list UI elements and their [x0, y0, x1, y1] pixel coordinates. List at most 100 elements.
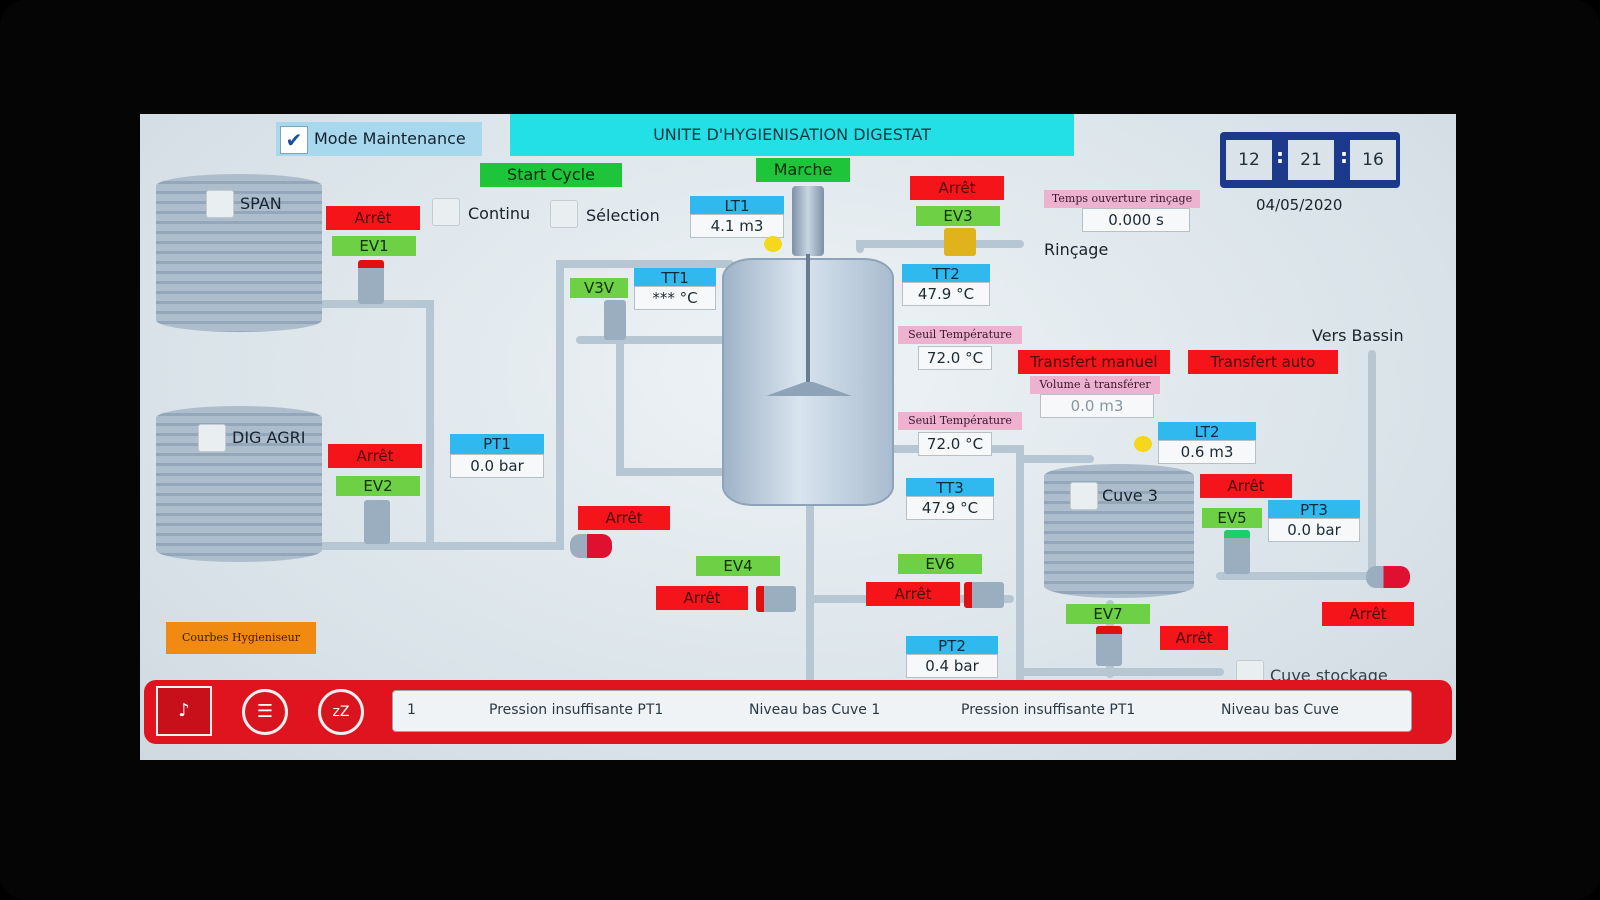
selection-label: Sélection: [586, 206, 660, 225]
ev7-name: EV7: [1066, 604, 1150, 624]
continu-label: Continu: [468, 204, 531, 223]
ev2-name: EV2: [336, 476, 420, 496]
tank-span: [156, 174, 322, 332]
rincage-time-label: Temps ouverture rinçage: [1044, 190, 1200, 208]
tank-cuve3-label: Cuve 3: [1102, 486, 1158, 505]
tank-span-label: SPAN: [240, 194, 282, 213]
valve-ev2-icon[interactable]: [364, 500, 390, 544]
valve-ev6-icon[interactable]: [964, 582, 1004, 608]
alarm-message: Pression insuffisante PT1: [961, 702, 1136, 718]
pump1-icon[interactable]: [570, 534, 612, 558]
clock-minutes: 21: [1288, 140, 1334, 180]
seuil2-label: Seuil Température: [898, 412, 1022, 430]
vers-bassin-label: Vers Bassin: [1312, 326, 1404, 345]
alarm-bar: ♪ ☰ zZ 1 Pression insuffisante PT1 Nivea…: [144, 680, 1452, 744]
level-sensor-icon: [764, 236, 782, 252]
ev7-state[interactable]: Arrêt: [1160, 626, 1228, 650]
ev6-state[interactable]: Arrêt: [866, 582, 960, 606]
ev4-state[interactable]: Arrêt: [656, 586, 748, 610]
clock-hours: 12: [1226, 140, 1272, 180]
pt2-value: 0.4 bar: [906, 654, 998, 678]
mode-maintenance-label: Mode Maintenance: [314, 129, 466, 148]
transfert-manuel-button[interactable]: Transfert manuel: [1018, 350, 1170, 374]
seuil1-value[interactable]: 72.0 °C: [918, 346, 992, 370]
tt2-name: TT2: [902, 264, 990, 284]
alarm-message: Niveau bas Cuve 1: [749, 702, 881, 718]
pump3-state[interactable]: Arrêt: [1322, 602, 1414, 626]
agitator-shaft: [806, 254, 810, 394]
tt3-value: 47.9 °C: [906, 496, 994, 520]
alarm-message-list[interactable]: 1 Pression insuffisante PT1 Niveau bas C…: [392, 690, 1412, 732]
ev3-name: EV3: [916, 206, 1000, 226]
lt1-name: LT1: [690, 196, 784, 216]
lt2-name: LT2: [1158, 422, 1256, 442]
ev1-name: EV1: [332, 236, 416, 256]
snooze-button[interactable]: zZ: [318, 689, 364, 735]
pipe-rincage: [856, 240, 1024, 253]
clock-seconds: 16: [1350, 140, 1396, 180]
hmi-screen: SPAN DIG AGRI Cuve 3 Cuve stockage ✔ Mod…: [140, 114, 1456, 760]
pt1-name: PT1: [450, 434, 544, 454]
tt1-name: TT1: [634, 268, 716, 288]
rincage-time-value[interactable]: 0.000 s: [1082, 208, 1190, 232]
lt2-value: 0.6 m3: [1158, 440, 1256, 464]
pt1-value: 0.0 bar: [450, 454, 544, 478]
date-display: 04/05/2020: [1256, 196, 1343, 214]
alarm-message: Pression insuffisante PT1: [489, 702, 664, 718]
pt2-name: PT2: [906, 636, 998, 656]
pump3-icon[interactable]: [1366, 566, 1410, 588]
valve-ev5-icon[interactable]: [1224, 530, 1250, 574]
tt2-value: 47.9 °C: [902, 282, 990, 306]
clock: 12 : 21 : 16: [1220, 132, 1400, 188]
alarm-index: 1: [407, 702, 416, 718]
valve-ev3-icon[interactable]: [944, 228, 976, 256]
ev5-state[interactable]: Arrêt: [1200, 474, 1292, 498]
pt3-value: 0.0 bar: [1268, 518, 1360, 542]
ev4-name: EV4: [696, 556, 780, 576]
seuil2-value[interactable]: 72.0 °C: [918, 432, 992, 456]
valve-ev4-icon[interactable]: [756, 586, 796, 612]
valve-v3v-icon[interactable]: [604, 300, 626, 340]
agitator-motor: [792, 186, 824, 256]
snooze-icon: zZ: [332, 704, 350, 720]
tt1-value: *** °C: [634, 286, 716, 310]
courbes-hygieniseur-button[interactable]: Courbes Hygieniseur: [166, 622, 316, 654]
rincage-label: Rinçage: [1044, 240, 1109, 259]
page-title: UNITE D'HYGIENISATION DIGESTAT: [510, 114, 1074, 156]
pipe-loop: [616, 336, 734, 476]
tank-span-checkbox[interactable]: [206, 190, 234, 218]
tank-dig-agri-label: DIG AGRI: [232, 428, 306, 447]
mode-maintenance-toggle[interactable]: ✔ Mode Maintenance: [276, 122, 482, 156]
ev2-state[interactable]: Arrêt: [328, 444, 422, 468]
ev1-state[interactable]: Arrêt: [326, 206, 420, 230]
valve-ev1-icon[interactable]: [358, 260, 384, 304]
clock-colon: :: [1276, 144, 1284, 168]
selection-checkbox[interactable]: [550, 200, 578, 228]
tank-cuve3-checkbox[interactable]: [1070, 482, 1098, 510]
ev6-name: EV6: [898, 554, 982, 574]
checkmark-icon: ✔: [280, 126, 308, 154]
lt1-value: 4.1 m3: [690, 214, 784, 238]
valve-ev7-icon[interactable]: [1096, 626, 1122, 666]
alarm-message: Niveau bas Cuve: [1221, 702, 1339, 718]
ev3-state[interactable]: Arrêt: [910, 176, 1004, 200]
tt3-name: TT3: [906, 478, 994, 498]
continu-checkbox[interactable]: [432, 198, 460, 226]
marche-button[interactable]: Marche: [756, 158, 850, 182]
tank-dig-agri-checkbox[interactable]: [198, 424, 226, 452]
alarm-list-button[interactable]: ☰: [242, 689, 288, 735]
ev5-name: EV5: [1202, 508, 1262, 528]
seuil1-label: Seuil Température: [898, 326, 1022, 344]
list-icon: ☰: [256, 701, 274, 722]
start-cycle-button[interactable]: Start Cycle: [480, 163, 622, 187]
pt3-name: PT3: [1268, 500, 1360, 520]
level-sensor-icon: [1134, 436, 1152, 452]
volume-value[interactable]: 0.0 m3: [1040, 394, 1154, 418]
pump1-state[interactable]: Arrêt: [578, 506, 670, 530]
volume-label: Volume à transférer: [1030, 376, 1160, 394]
clock-colon: :: [1340, 144, 1348, 168]
v3v-name: V3V: [570, 278, 628, 298]
alarm-bell-button[interactable]: ♪: [156, 686, 212, 736]
alarm-bell-icon: ♪: [178, 700, 190, 721]
transfert-auto-button[interactable]: Transfert auto: [1188, 350, 1338, 374]
